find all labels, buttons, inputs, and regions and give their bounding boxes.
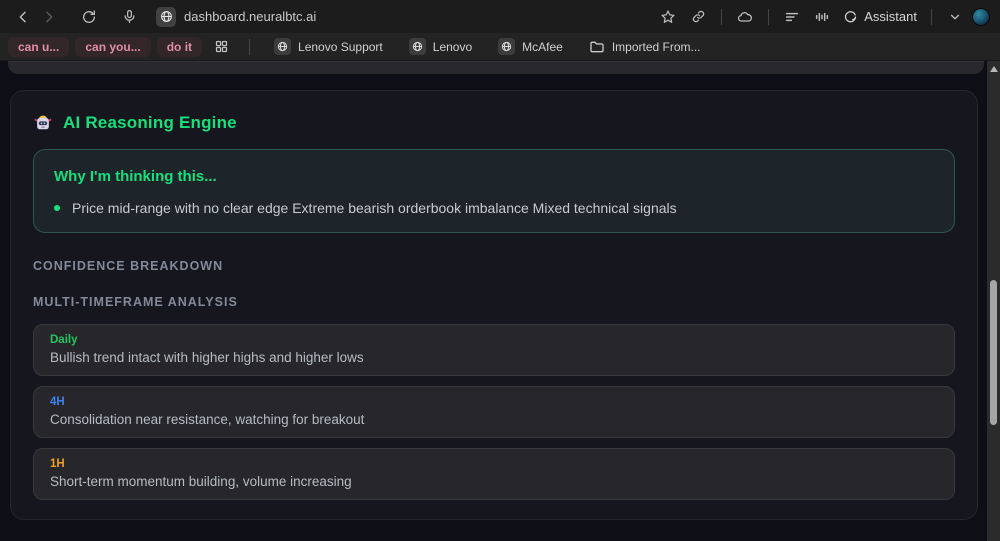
address-bar[interactable]: dashboard.neuralbtc.ai: [156, 4, 655, 30]
browser-toolbar: dashboard.neuralbtc.ai Assistant: [0, 0, 1000, 33]
profile-avatar[interactable]: [972, 7, 990, 26]
timeframe-text: Consolidation near resistance, watching …: [50, 412, 365, 427]
microphone-icon[interactable]: [116, 5, 142, 29]
voice-waveform-icon[interactable]: [809, 5, 835, 29]
page-title: AI Reasoning Engine: [63, 113, 237, 132]
reasoning-box: Why I'm thinking this... Price mid-range…: [33, 149, 955, 233]
reading-list-icon[interactable]: [779, 5, 805, 29]
vertical-scrollbar[interactable]: [987, 61, 1000, 541]
chevron-down-icon[interactable]: [942, 5, 968, 29]
tab-group-pill[interactable]: can u...: [8, 36, 70, 57]
globe-icon: [498, 38, 516, 55]
section-confidence-breakdown: CONFIDENCE BREAKDOWN: [33, 259, 224, 273]
timeframe-list: Daily Bullish trend intact with higher h…: [33, 324, 955, 500]
scrollbar-thumb[interactable]: [990, 280, 997, 425]
bookmark-label: McAfee: [522, 39, 563, 54]
bookmark-label: Lenovo: [432, 39, 473, 54]
folder-icon: [589, 39, 605, 55]
reload-icon[interactable]: [76, 5, 102, 29]
robot-icon: [33, 113, 53, 133]
site-globe-icon: [156, 6, 176, 27]
bookmarks-bar: can u... can you... do it Lenovo Support…: [0, 33, 1000, 61]
bookmark-lenovo-support[interactable]: Lenovo Support: [264, 36, 393, 57]
reasoning-box-title: Why I'm thinking this...: [54, 168, 217, 185]
timeframe-card-daily: Daily Bullish trend intact with higher h…: [33, 324, 955, 376]
bookmark-label: Imported From...: [611, 39, 701, 54]
timeframe-label: 1H: [50, 458, 65, 470]
url-text: dashboard.neuralbtc.ai: [184, 9, 317, 24]
toolbar-separator: [931, 8, 932, 25]
assistant-button[interactable]: Assistant: [839, 9, 921, 24]
section-multi-timeframe: MULTI-TIMEFRAME ANALYSIS: [33, 295, 238, 309]
tab-group-pill[interactable]: can you...: [75, 36, 151, 57]
assistant-swirl-icon: [843, 9, 858, 24]
bookmark-mcafee[interactable]: McAfee: [488, 36, 573, 57]
copy-link-icon[interactable]: [685, 5, 711, 29]
previous-section-card-partial: [8, 61, 984, 74]
timeframe-card-1h: 1H Short-term momentum building, volume …: [33, 448, 955, 500]
timeframe-label: Daily: [50, 334, 78, 346]
page-viewport: AI Reasoning Engine Why I'm thinking thi…: [0, 61, 1000, 541]
bookmark-label: Lenovo Support: [298, 39, 383, 54]
timeframe-card-4h: 4H Consolidation near resistance, watchi…: [33, 386, 955, 438]
tab-group-pill[interactable]: do it: [156, 36, 203, 57]
bookmark-lenovo[interactable]: Lenovo: [399, 36, 482, 57]
globe-icon: [408, 38, 426, 55]
reasoning-bullet-text: Price mid-range with no clear edge Extre…: [72, 200, 677, 216]
ai-reasoning-panel: AI Reasoning Engine Why I'm thinking thi…: [10, 90, 978, 520]
assistant-label: Assistant: [864, 9, 917, 24]
forward-icon[interactable]: [36, 5, 62, 29]
timeframe-text: Short-term momentum building, volume inc…: [50, 474, 352, 489]
panel-header: AI Reasoning Engine: [33, 113, 955, 133]
toolbar-separator: [721, 8, 723, 25]
bookmark-star-icon[interactable]: [655, 5, 681, 29]
timeframe-text: Bullish trend intact with higher highs a…: [50, 350, 364, 365]
back-icon[interactable]: [10, 5, 36, 29]
toolbar-separator: [768, 8, 770, 25]
bullet-dot-icon: [54, 205, 60, 211]
bookmark-imported-folder[interactable]: Imported From...: [579, 37, 711, 57]
bookmarks-separator: [249, 38, 251, 55]
scroll-up-arrow-icon[interactable]: [989, 66, 998, 72]
timeframe-label: 4H: [50, 396, 65, 408]
globe-icon: [274, 38, 292, 55]
reasoning-bullet: Price mid-range with no clear edge Extre…: [54, 200, 934, 216]
extensions-cloud-icon[interactable]: [732, 5, 758, 29]
grid-icon[interactable]: [208, 39, 235, 54]
